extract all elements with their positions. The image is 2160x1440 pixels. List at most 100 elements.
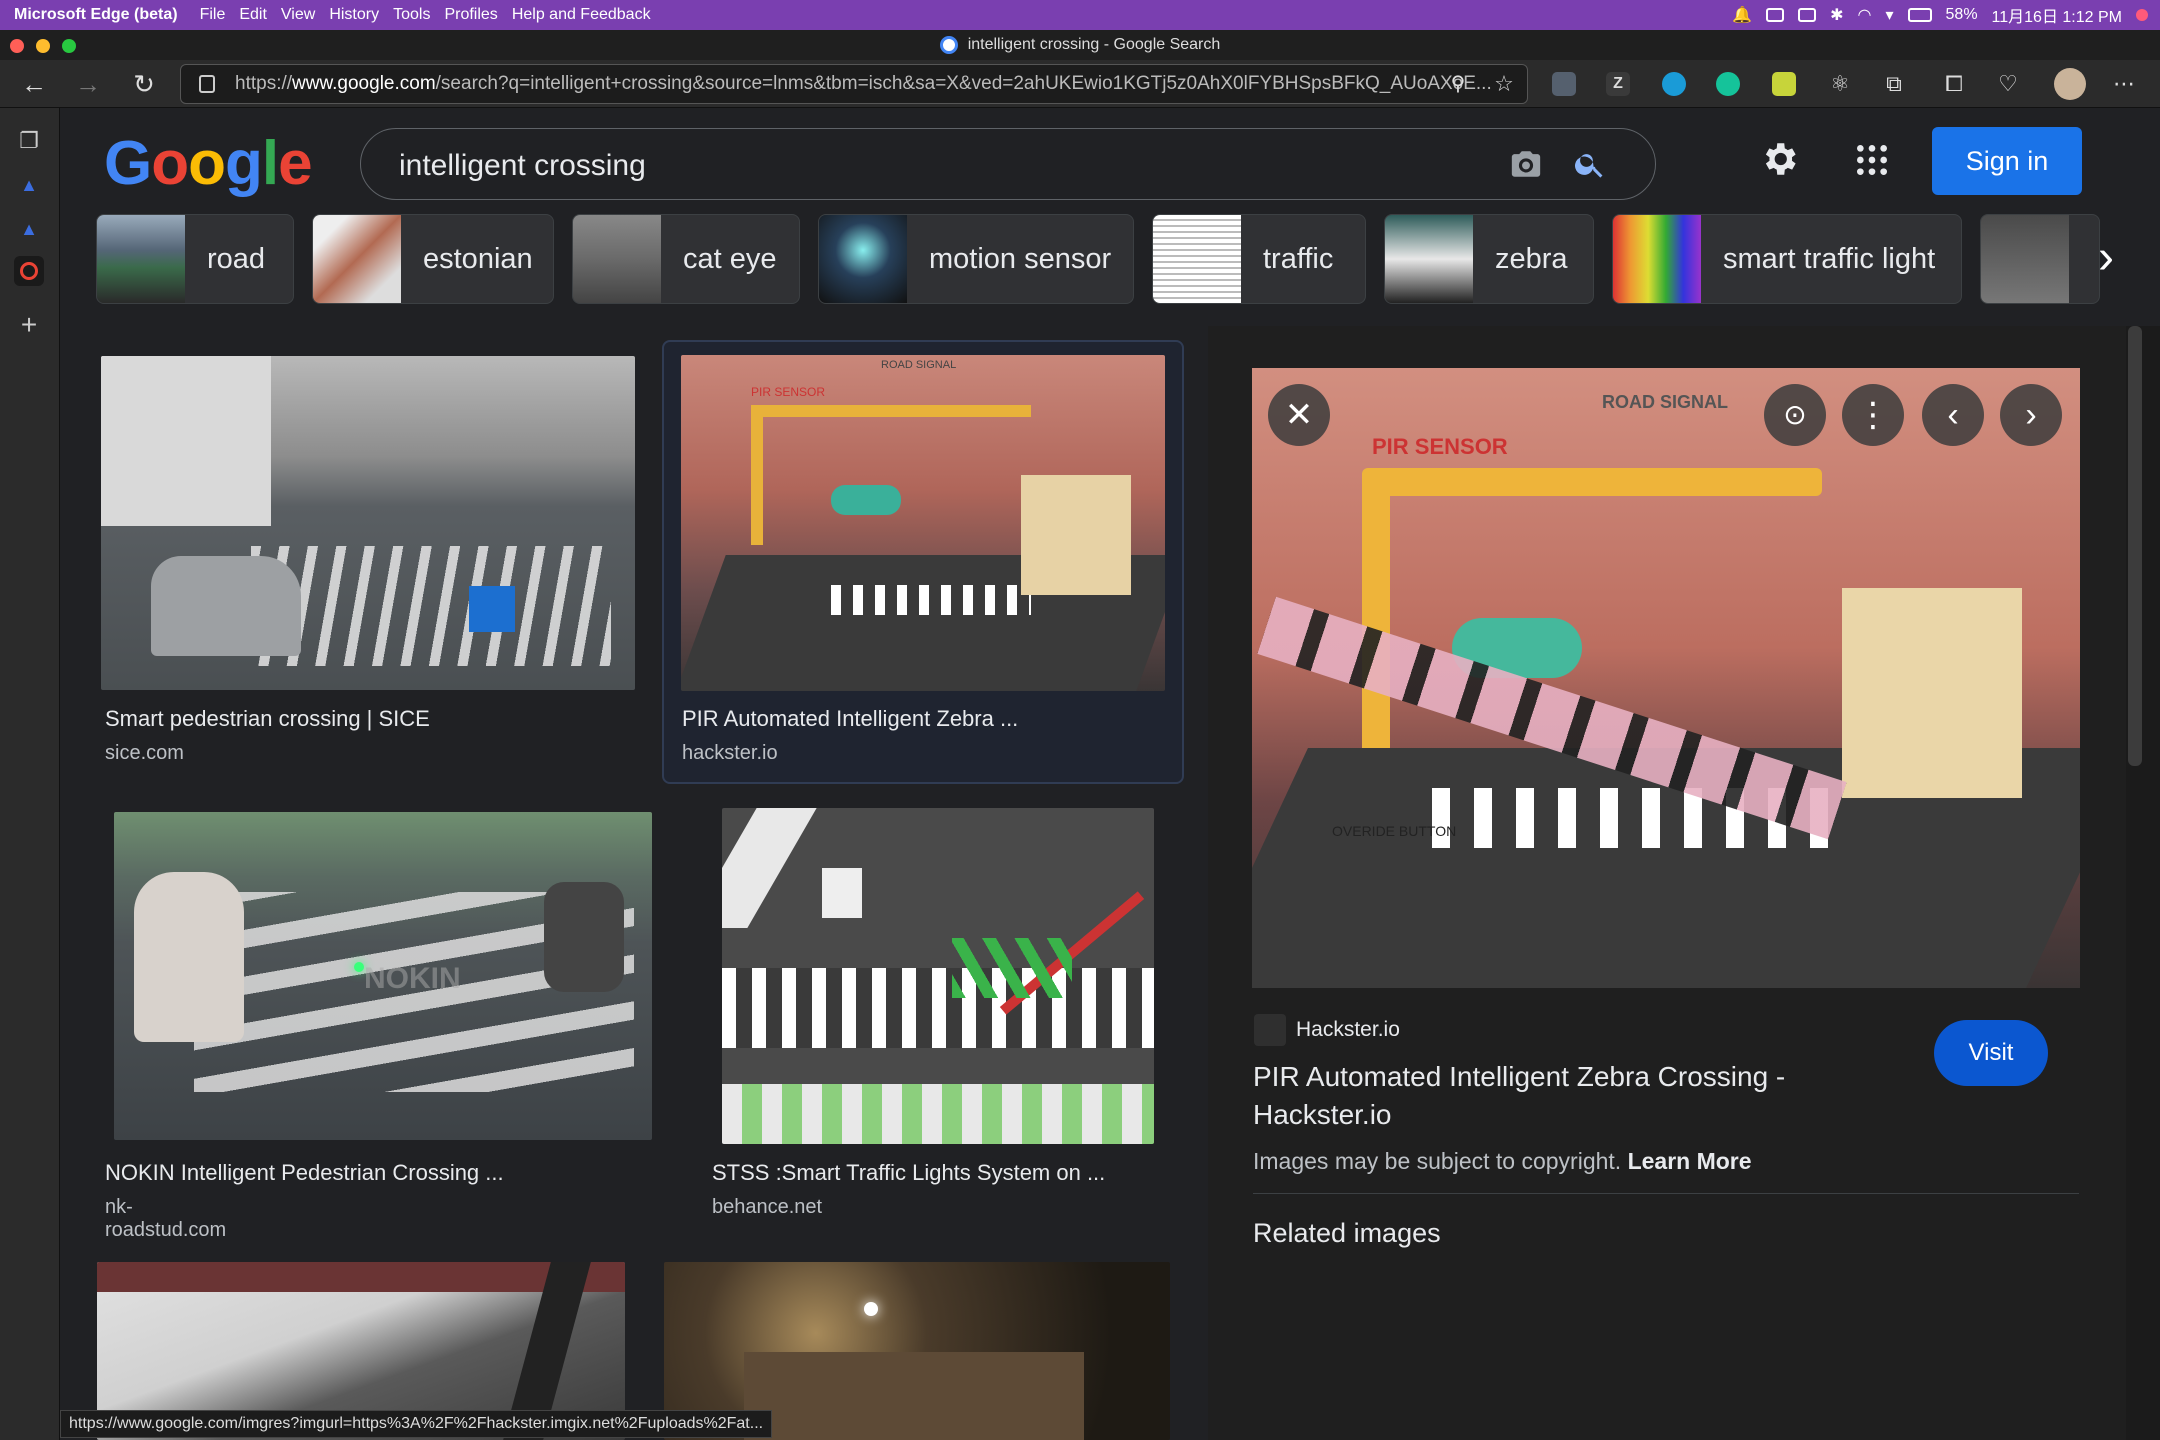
menu-help[interactable]: Help and Feedback [512,6,651,24]
chevron-left-icon[interactable]: ‹ [1922,384,1984,446]
chip-traffic[interactable]: traffic [1152,214,1366,304]
close-icon[interactable]: ✕ [1268,384,1330,446]
menu-file[interactable]: File [200,6,226,24]
result-title[interactable]: Smart pedestrian crossing | SICE [105,706,430,732]
preview-source[interactable]: Hackster.io [1296,1018,1400,1042]
grammarly-icon[interactable] [1716,72,1740,96]
preview-image[interactable]: PIR SENSOR ROAD SIGNAL OVERIDE BUTTON [1252,368,2080,988]
chip-more[interactable] [1980,214,2100,304]
zoom-window-button[interactable] [62,39,76,53]
menu-tools[interactable]: Tools [393,6,430,24]
copyright-text: Images may be subject to copyright. [1253,1148,1622,1174]
menu-view[interactable]: View [281,6,315,24]
learn-more-link[interactable]: Learn More [1628,1148,1752,1174]
collections-icon[interactable]: ⧠ [1940,70,1968,98]
zoom-icon[interactable]: ⚲ [1444,70,1472,98]
menu-history[interactable]: History [329,6,379,24]
sign-in-button[interactable]: Sign in [1932,127,2082,195]
result-site[interactable]: behance.net [712,1196,822,1219]
menubar-clock[interactable]: 11月16日 1:12 PM [1992,3,2122,27]
lens-search-icon[interactable]: ⊙ [1764,384,1826,446]
back-arrow-icon[interactable]: ← [20,70,48,98]
result-site[interactable]: hackster.io [682,742,778,765]
visit-button[interactable]: Visit [1934,1020,2048,1086]
result-image[interactable] [101,356,635,690]
wechat-icon[interactable] [1798,8,1817,22]
bluetooth-icon[interactable]: ✱ [1830,5,1843,25]
favorite-star-icon[interactable]: ☆ [1490,70,1518,98]
chip-motion-sensor[interactable]: motion sensor [818,214,1134,304]
result-site[interactable]: sice.com [105,742,184,765]
chip-smart-traffic-light[interactable]: smart traffic light [1612,214,1962,304]
vertical-tabs-sidebar: ❐ ▲ ▲ + [0,108,60,1440]
app-menu[interactable]: Microsoft Edge (beta) [14,6,178,24]
chevron-right-icon[interactable]: › [2000,384,2062,446]
chip-label: cat eye [683,242,777,275]
preview-title[interactable]: PIR Automated Intelligent Zebra Crossing… [1253,1058,1813,1134]
window-titlebar: intelligent crossing - Google Search [0,30,2160,60]
extensions-puzzle-icon[interactable]: ⧉ [1880,70,1908,98]
chip-label: zebra [1495,242,1568,275]
lock-icon[interactable] [199,75,215,93]
new-tab-plus-icon[interactable]: + [14,310,44,340]
bell-icon[interactable]: 🔔 [1732,5,1752,25]
url-path: /search?q=intelligent+crossing&source=ln… [435,73,1492,94]
copyright-notice: Images may be subject to copyright. Lear… [1253,1148,1752,1175]
camera-icon[interactable] [1509,147,1543,181]
result-title[interactable]: STSS :Smart Traffic Lights System on ... [712,1160,1105,1186]
tab-app-icon[interactable]: ▲ [14,170,44,200]
wifi-icon[interactable]: ◠ [1858,5,1872,25]
link-status-bar: https://www.google.com/imgres?imgurl=htt… [60,1410,773,1438]
browser-essentials-icon[interactable]: ♡ [1994,70,2022,98]
browser-toolbar: ← → ↻ https://www.google.com/search?q=in… [0,60,2160,108]
minimize-window-button[interactable] [36,39,50,53]
chip-label: estonian [423,242,533,275]
chip-zebra[interactable]: zebra [1384,214,1594,304]
menu-edit[interactable]: Edit [239,6,267,24]
panel-scrollbar-thumb[interactable] [2128,326,2142,766]
extension-atom-icon[interactable]: ⚛ [1826,70,1854,98]
more-vert-icon[interactable]: ⋮ [1842,384,1904,446]
result-image[interactable]: NOKIN [114,812,652,1140]
close-window-button[interactable] [10,39,24,53]
extension-note-icon[interactable] [1772,72,1796,96]
apps-grid-icon[interactable] [1852,140,1892,180]
chip-thumbnail [97,215,185,303]
result-site[interactable]: nk-roadstud.com [105,1196,226,1242]
result-title[interactable]: NOKIN Intelligent Pedestrian Crossing ..… [105,1160,504,1186]
image-label: PIR SENSOR [1372,434,1508,459]
forward-arrow-icon[interactable]: → [74,70,102,98]
search-input[interactable]: intelligent crossing [399,149,646,183]
google-logo[interactable]: Google [104,128,313,199]
reload-icon[interactable]: ↻ [130,70,158,98]
search-box[interactable]: intelligent crossing [360,128,1656,200]
extension-reader-icon[interactable] [1552,72,1576,96]
window-title: intelligent crossing - Google Search [967,36,1221,53]
chevron-right-icon[interactable]: › [2098,234,2138,284]
tab-actions-icon[interactable]: ❐ [14,126,44,156]
battery-icon[interactable] [1907,8,1932,22]
chip-estonian[interactable]: estonian [312,214,554,304]
extension-z-icon[interactable]: Z [1606,72,1630,96]
url-host: www.google.com [292,73,436,94]
menu-profiles[interactable]: Profiles [444,6,497,24]
more-menu-icon[interactable]: ⋯ [2110,70,2138,98]
profile-avatar[interactable] [2054,68,2086,100]
result-title[interactable]: PIR Automated Intelligent Zebra ... [682,706,1018,732]
control-center-icon[interactable]: ▾ [1885,5,1893,25]
gear-icon[interactable] [1758,138,1800,180]
image-label: ROAD SIGNAL [881,359,957,371]
address-bar[interactable]: https://www.google.com/search?q=intellig… [180,64,1528,104]
image-label: OVERIDE BUTTON [1332,823,1457,839]
search-icon[interactable] [1573,147,1607,181]
clipboard-icon[interactable] [1766,8,1785,22]
notification-dot-icon[interactable] [2136,9,2148,21]
result-image[interactable] [722,808,1154,1144]
tab-app2-icon[interactable]: ▲ [14,214,44,244]
extension-cloud-icon[interactable] [1662,72,1686,96]
result-image[interactable]: PIR SENSOR ROAD SIGNAL [681,355,1165,691]
tab-google-icon[interactable] [14,256,44,286]
source-favicon-icon [1254,1014,1286,1046]
chip-cat-eye[interactable]: cat eye [572,214,800,304]
chip-road[interactable]: road [96,214,294,304]
